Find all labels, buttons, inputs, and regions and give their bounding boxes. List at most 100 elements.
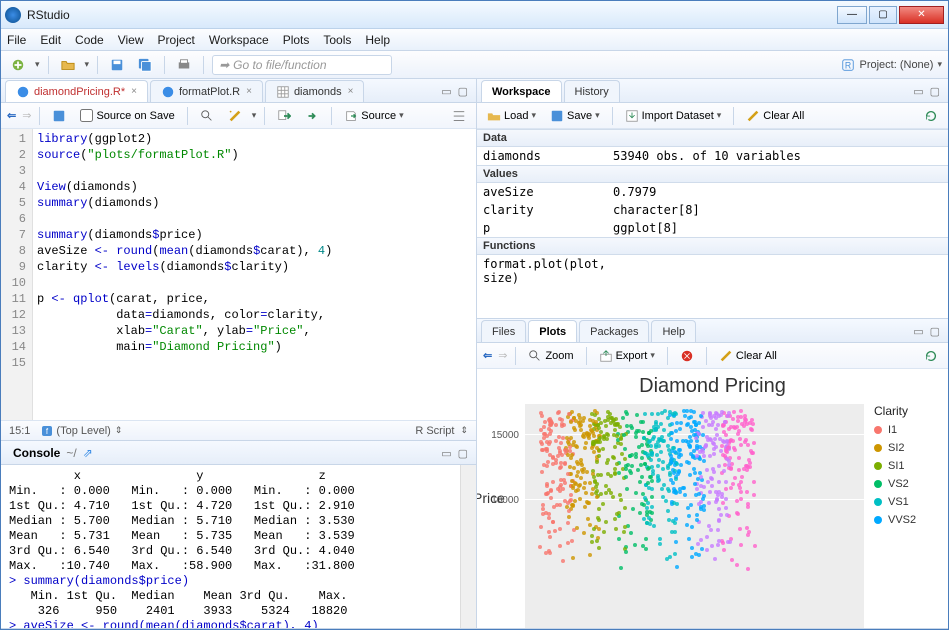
goto-file-input[interactable]: ➡ Go to file/function	[212, 55, 392, 75]
tab-history[interactable]: History	[564, 80, 620, 102]
tab-files[interactable]: Files	[481, 320, 526, 342]
dropdown-icon[interactable]: ▾	[35, 59, 40, 70]
menu-file[interactable]: File	[7, 33, 26, 47]
menu-workspace[interactable]: Workspace	[209, 33, 269, 47]
content-area: diamondPricing.R* × formatPlot.R × diamo…	[1, 79, 948, 629]
tab-workspace[interactable]: Workspace	[481, 80, 562, 102]
tab-label: diamonds	[294, 86, 342, 98]
run-line-button[interactable]	[273, 106, 295, 126]
legend-dot	[874, 444, 882, 452]
minimize-pane-icon[interactable]: ▭	[441, 447, 451, 460]
workspace-tabs: Workspace History ▭ ▢	[477, 79, 948, 103]
tab-diamonds[interactable]: diamonds ×	[265, 80, 365, 102]
app-window: RStudio ― ▢ ✕ File Edit Code View Projec…	[0, 0, 949, 630]
tab-close-icon[interactable]: ×	[348, 86, 354, 97]
console-title: Console	[13, 446, 60, 460]
next-plot-icon[interactable]: ⇒	[498, 349, 507, 362]
minimize-pane-icon[interactable]: ▭	[441, 85, 451, 98]
menu-help[interactable]: Help	[365, 33, 390, 47]
code-tools-button[interactable]	[224, 106, 246, 126]
wks-save-button[interactable]: Save▾	[546, 106, 604, 126]
menu-tools[interactable]: Tools	[323, 33, 351, 47]
table-icon	[276, 85, 290, 99]
menu-edit[interactable]: Edit	[40, 33, 61, 47]
editor-toolbar: ⇐ ⇒ Source on Save ▾ Source ▾	[1, 103, 476, 129]
new-file-button[interactable]	[7, 55, 29, 75]
menu-view[interactable]: View	[118, 33, 144, 47]
maximize-pane-icon[interactable]: ▢	[930, 85, 940, 98]
tab-help[interactable]: Help	[651, 320, 696, 342]
menubar: File Edit Code View Project Workspace Pl…	[1, 29, 948, 51]
console-popout-icon[interactable]: ⇗	[83, 446, 93, 460]
load-button[interactable]: Load▾	[483, 106, 540, 126]
file-type-selector[interactable]: R Script ⇕	[415, 425, 468, 437]
close-button[interactable]: ✕	[899, 6, 944, 24]
forward-icon[interactable]: ⇒	[22, 109, 31, 122]
menu-code[interactable]: Code	[75, 33, 104, 47]
maximize-pane-icon[interactable]: ▢	[458, 447, 468, 460]
menu-plots[interactable]: Plots	[283, 33, 310, 47]
maximize-pane-icon[interactable]: ▢	[458, 85, 468, 98]
source-on-save-checkbox[interactable]: Source on Save	[76, 106, 178, 126]
dropdown-icon[interactable]: ▾	[85, 59, 90, 70]
tab-close-icon[interactable]: ×	[246, 86, 252, 97]
source-pane: diamondPricing.R* × formatPlot.R × diamo…	[1, 79, 476, 441]
tab-diamondpricing[interactable]: diamondPricing.R* ×	[5, 80, 148, 102]
project-label: Project: (None)	[859, 59, 933, 71]
legend-item: SI1	[874, 460, 942, 472]
wks-row[interactable]: diamonds53940 obs. of 10 variables	[477, 147, 948, 165]
prev-plot-icon[interactable]: ⇐	[483, 349, 492, 362]
save-doc-button[interactable]	[48, 106, 70, 126]
console-output[interactable]: x y z Min. : 0.000 Min. : 0.000 Min. : 0…	[1, 465, 460, 628]
open-file-button[interactable]	[57, 55, 79, 75]
legend-item: VS2	[874, 478, 942, 490]
code-editor[interactable]: 1 2 3 4 5 6 7 8 9 10 11 12 13 14 15 libr…	[1, 129, 476, 420]
find-button[interactable]	[196, 106, 218, 126]
console-scrollbar[interactable]	[460, 465, 476, 628]
tab-label: diamondPricing.R*	[34, 86, 125, 98]
legend-item: VS1	[874, 496, 942, 508]
y-axis: Price 15000 10000	[477, 400, 521, 628]
maximize-pane-icon[interactable]: ▢	[930, 325, 940, 338]
wks-row[interactable]: format.plot(plot, size)	[477, 255, 948, 287]
print-button[interactable]	[173, 55, 195, 75]
app-icon	[5, 7, 21, 23]
clear-all-button[interactable]: Clear All	[742, 106, 808, 126]
clear-plots-button[interactable]: Clear All	[715, 346, 781, 366]
import-dataset-button[interactable]: Import Dataset▾	[621, 106, 726, 126]
code-text[interactable]: library(ggplot2) source("plots/formatPlo…	[33, 129, 476, 420]
tab-plots[interactable]: Plots	[528, 320, 577, 342]
scope-selector[interactable]: f (Top Level) ⇕	[42, 425, 122, 437]
save-button[interactable]	[106, 55, 128, 75]
zoom-button[interactable]: Zoom	[524, 346, 577, 366]
chart-title: Diamond Pricing	[477, 369, 948, 400]
plots-pane: Files Plots Packages Help ▭ ▢ ⇐ ⇒ Zoom	[477, 319, 948, 629]
rerun-button[interactable]	[301, 106, 323, 126]
remove-plot-button[interactable]	[676, 346, 698, 366]
plots-toolbar: ⇐ ⇒ Zoom Export▾ Clear All	[477, 343, 948, 369]
outline-button[interactable]	[448, 106, 470, 126]
wks-row[interactable]: pggplot[8]	[477, 219, 948, 237]
save-all-button[interactable]	[134, 55, 156, 75]
back-icon[interactable]: ⇐	[7, 109, 16, 122]
wks-row[interactable]: claritycharacter[8]	[477, 201, 948, 219]
workspace-pane: Workspace History ▭ ▢ Load▾ Save▾ Import…	[477, 79, 948, 319]
project-icon: R	[841, 58, 855, 72]
refresh-button[interactable]	[920, 106, 942, 126]
maximize-button[interactable]: ▢	[869, 6, 897, 24]
window-title: RStudio	[27, 8, 835, 22]
minimize-button[interactable]: ―	[837, 6, 867, 24]
source-button[interactable]: Source ▾	[340, 106, 407, 126]
tab-formatplot[interactable]: formatPlot.R ×	[150, 80, 263, 102]
menu-project[interactable]: Project	[158, 33, 195, 47]
legend-item: SI2	[874, 442, 942, 454]
project-selector[interactable]: R Project: (None) ▾	[841, 58, 942, 72]
export-button[interactable]: Export▾	[595, 346, 659, 366]
minimize-pane-icon[interactable]: ▭	[913, 85, 923, 98]
minimize-pane-icon[interactable]: ▭	[913, 325, 923, 338]
refresh-plot-button[interactable]	[920, 346, 942, 366]
wks-row[interactable]: aveSize0.7979	[477, 183, 948, 201]
tab-packages[interactable]: Packages	[579, 320, 649, 342]
tab-close-icon[interactable]: ×	[131, 86, 137, 97]
plot-panel	[525, 404, 864, 628]
